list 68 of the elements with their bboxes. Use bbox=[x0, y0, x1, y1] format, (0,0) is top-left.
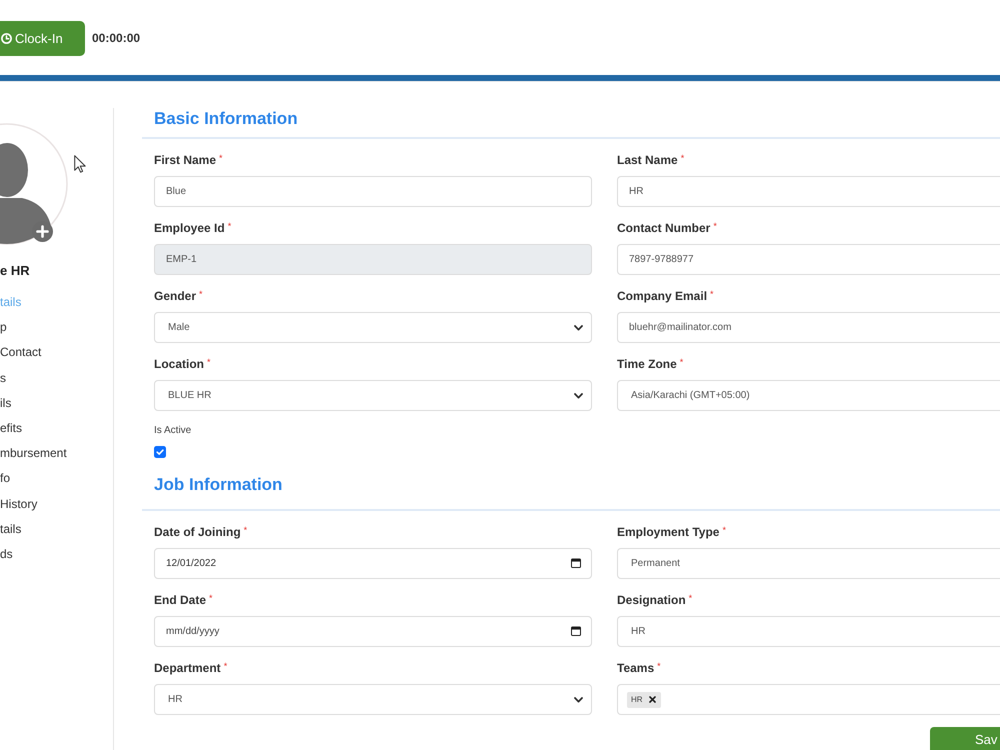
chevron-down-icon bbox=[574, 392, 583, 398]
clock-in-button[interactable]: Clock-In bbox=[0, 21, 85, 56]
dropdown[interactable]: HR bbox=[154, 684, 592, 715]
field-label: Last Name bbox=[617, 152, 678, 168]
sidebar-link[interactable]: History bbox=[0, 492, 113, 517]
sidebar-link[interactable]: s bbox=[0, 366, 113, 391]
field-label: Location bbox=[154, 356, 204, 372]
field-label: Designation bbox=[617, 592, 686, 608]
remove-icon[interactable] bbox=[648, 696, 656, 703]
required-asterisk: * bbox=[209, 592, 213, 604]
tag-select-field[interactable]: HR bbox=[617, 684, 1000, 715]
required-asterisk: * bbox=[224, 660, 228, 672]
calendar-icon[interactable] bbox=[571, 558, 581, 568]
tag-label: HR bbox=[631, 695, 643, 704]
required-asterisk: * bbox=[244, 524, 248, 536]
sidebar-link[interactable]: efits bbox=[0, 416, 113, 442]
required-asterisk: * bbox=[207, 356, 211, 368]
sidebar-link[interactable]: ds bbox=[0, 542, 113, 568]
chevron-down-icon bbox=[574, 324, 583, 330]
required-asterisk: * bbox=[688, 592, 692, 604]
checkbox[interactable] bbox=[154, 446, 166, 458]
required-asterisk: * bbox=[219, 152, 223, 164]
profile-name: e HR bbox=[0, 263, 31, 279]
checkbox-label: Is Active bbox=[154, 424, 192, 437]
field-label: Company Email bbox=[617, 288, 708, 304]
required-asterisk: * bbox=[228, 220, 232, 232]
calendar-icon[interactable] bbox=[571, 626, 581, 636]
field-label: Teams bbox=[617, 660, 654, 676]
sidebar-link[interactable]: ils bbox=[0, 390, 113, 416]
save-button[interactable]: Sav bbox=[930, 727, 1000, 750]
dropdown[interactable]: HR bbox=[617, 616, 1000, 647]
field-label: Date of Joining bbox=[154, 524, 241, 540]
text-field[interactable]: Blue bbox=[154, 176, 592, 207]
required-asterisk: * bbox=[199, 288, 203, 300]
date-field[interactable]: 12/01/2022 bbox=[154, 548, 592, 579]
sidebar-link[interactable]: tails bbox=[0, 516, 113, 542]
chevron-down-icon bbox=[574, 696, 583, 702]
field-label: Contact Number bbox=[617, 220, 710, 236]
sidebar-link[interactable]: fo bbox=[0, 466, 113, 492]
field-label: Employee Id bbox=[154, 220, 225, 236]
field-label: Department bbox=[154, 660, 221, 676]
dropdown[interactable]: BLUE HR bbox=[154, 380, 592, 411]
field-label: Employment Type bbox=[617, 524, 720, 540]
field-label: End Date bbox=[154, 592, 206, 608]
sidebar-link[interactable]: p bbox=[0, 315, 113, 340]
text-field[interactable]: 7897-9788977 bbox=[617, 244, 1000, 275]
required-asterisk: * bbox=[710, 288, 714, 300]
text-field[interactable]: bluehr@mailinator.com bbox=[617, 312, 1000, 343]
section-heading: Basic Information bbox=[153, 108, 299, 130]
dropdown[interactable]: Male bbox=[154, 312, 592, 343]
sidebar-link[interactable]: mbursement bbox=[0, 441, 113, 466]
sidebar-link[interactable]: Contact bbox=[0, 340, 113, 366]
required-asterisk: * bbox=[657, 660, 661, 672]
field-label: Gender bbox=[154, 288, 196, 304]
text-field[interactable]: HR bbox=[617, 176, 1000, 207]
field-label: Time Zone bbox=[617, 356, 677, 372]
dropdown[interactable]: Asia/Karachi (GMT+05:00) bbox=[617, 380, 1000, 411]
section-heading: Job Information bbox=[153, 474, 284, 496]
date-field[interactable]: mm/dd/yyyy bbox=[154, 616, 592, 647]
mouse-cursor-icon bbox=[74, 155, 86, 173]
field-label: First Name bbox=[154, 152, 216, 168]
required-asterisk: * bbox=[713, 220, 717, 232]
required-asterisk: * bbox=[722, 524, 726, 536]
dropdown[interactable]: Permanent bbox=[617, 548, 1000, 579]
timer-text: 00:00:00 bbox=[92, 30, 140, 47]
clock-icon bbox=[1, 33, 12, 44]
required-asterisk: * bbox=[680, 152, 684, 164]
required-asterisk: * bbox=[680, 356, 684, 368]
